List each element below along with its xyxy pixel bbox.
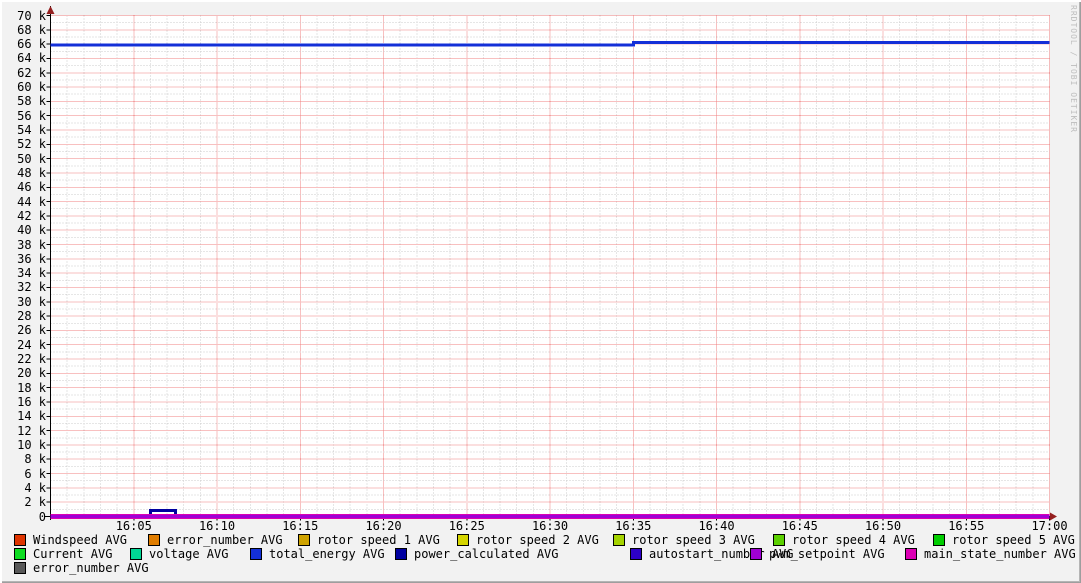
legend-swatch-icon: [773, 534, 785, 546]
x-tick-label: 17:00: [1022, 520, 1078, 533]
legend-item: rotor speed 4 AVG: [773, 533, 915, 547]
y-tick-label: 60 k: [2, 80, 46, 94]
legend-swatch-icon: [630, 548, 642, 560]
legend-item: error_number AVG: [14, 561, 149, 575]
y-tick-label: 6 k: [2, 467, 46, 481]
legend-row: Current AVG voltage AVG total_energy AVG po…: [0, 547, 1081, 561]
legend-item: power_calculated AVG: [395, 547, 559, 561]
legend-swatch-icon: [298, 534, 310, 546]
y-tick-label: 56 k: [2, 109, 46, 123]
y-tick-label: 0: [2, 510, 46, 524]
y-tick-label: 16 k: [2, 395, 46, 409]
legend-item: error_number AVG: [148, 533, 283, 547]
y-tick-label: 18 k: [2, 381, 46, 395]
legend-label: error_number AVG: [33, 561, 149, 575]
y-axis-arrow-icon: [47, 6, 55, 14]
x-tick-label: 16:15: [272, 520, 328, 533]
legend-swatch-icon: [905, 548, 917, 560]
legend-label: Current AVG: [33, 547, 112, 561]
legend-swatch-icon: [457, 534, 469, 546]
legend-label: rotor speed 3 AVG: [632, 533, 755, 547]
y-tick-label: 42 k: [2, 209, 46, 223]
y-tick-label: 68 k: [2, 23, 46, 37]
legend-swatch-icon: [750, 548, 762, 560]
legend-label: main_state_number AVG: [924, 547, 1076, 561]
y-tick-label: 66 k: [2, 37, 46, 51]
y-tick-label: 64 k: [2, 51, 46, 65]
y-tick-label: 22 k: [2, 352, 46, 366]
legend-label: rotor speed 4 AVG: [792, 533, 915, 547]
y-tick-label: 12 k: [2, 424, 46, 438]
legend-item: total_energy AVG: [250, 547, 385, 561]
chart-canvas: [0, 0, 1081, 583]
legend-row: Windspeed AVG error_number AVG rotor speed…: [0, 533, 1081, 547]
legend-item: Windspeed AVG: [14, 533, 127, 547]
legend-item: voltage AVG: [130, 547, 228, 561]
y-tick-label: 44 k: [2, 195, 46, 209]
y-tick-label: 24 k: [2, 338, 46, 352]
rrdtool-graph: 02 k4 k6 k8 k10 k12 k14 k16 k18 k20 k22 …: [0, 0, 1081, 583]
x-tick-label: 16:25: [439, 520, 495, 533]
y-tick-label: 40 k: [2, 223, 46, 237]
legend-label: total_energy AVG: [269, 547, 385, 561]
legend-swatch-icon: [148, 534, 160, 546]
legend-label: rotor speed 5 AVG: [952, 533, 1075, 547]
y-tick-label: 36 k: [2, 252, 46, 266]
x-tick-label: 16:35: [605, 520, 661, 533]
y-tick-label: 62 k: [2, 66, 46, 80]
legend-label: rotor speed 2 AVG: [476, 533, 599, 547]
legend-swatch-icon: [14, 548, 26, 560]
y-tick-label: 38 k: [2, 238, 46, 252]
y-tick-label: 4 k: [2, 481, 46, 495]
legend-swatch-icon: [250, 548, 262, 560]
y-tick-label: 50 k: [2, 152, 46, 166]
legend-swatch-icon: [395, 548, 407, 560]
x-tick-label: 16:10: [189, 520, 245, 533]
y-tick-label: 48 k: [2, 166, 46, 180]
legend-label: power_calculated AVG: [414, 547, 559, 561]
y-tick-label: 2 k: [2, 495, 46, 509]
x-tick-label: 16:45: [772, 520, 828, 533]
legend-item: rotor speed 1 AVG: [298, 533, 440, 547]
x-tick-label: 16:50: [855, 520, 911, 533]
legend-item: rotor speed 3 AVG: [613, 533, 755, 547]
legend-row: error_number AVG: [0, 561, 1081, 575]
y-tick-label: 46 k: [2, 180, 46, 194]
y-tick-label: 54 k: [2, 123, 46, 137]
legend-swatch-icon: [613, 534, 625, 546]
legend-label: voltage AVG: [149, 547, 228, 561]
x-tick-label: 16:30: [522, 520, 578, 533]
legend-label: rotor speed 1 AVG: [317, 533, 440, 547]
x-tick-label: 16:55: [938, 520, 994, 533]
rrdtool-watermark: RRDTOOL / TOBI OETIKER: [1069, 5, 1078, 133]
y-tick-label: 26 k: [2, 323, 46, 337]
legend-item: pwm_setpoint AVG: [750, 547, 885, 561]
y-tick-label: 8 k: [2, 452, 46, 466]
y-tick-label: 52 k: [2, 137, 46, 151]
legend-swatch-icon: [130, 548, 142, 560]
y-tick-label: 14 k: [2, 409, 46, 423]
legend-item: rotor speed 5 AVG: [933, 533, 1075, 547]
y-tick-label: 70 k: [2, 9, 46, 23]
x-tick-label: 16:40: [689, 520, 745, 533]
y-tick-label: 34 k: [2, 266, 46, 280]
y-tick-label: 10 k: [2, 438, 46, 452]
y-tick-label: 20 k: [2, 366, 46, 380]
legend-label: Windspeed AVG: [33, 533, 127, 547]
legend-swatch-icon: [14, 562, 26, 574]
x-tick-label: 16:05: [106, 520, 162, 533]
y-tick-label: 32 k: [2, 280, 46, 294]
legend-item: rotor speed 2 AVG: [457, 533, 599, 547]
legend-item: main_state_number AVG: [905, 547, 1076, 561]
y-tick-label: 58 k: [2, 94, 46, 108]
legend-item: Current AVG: [14, 547, 112, 561]
legend-label: pwm_setpoint AVG: [769, 547, 885, 561]
legend-swatch-icon: [933, 534, 945, 546]
legend-swatch-icon: [14, 534, 26, 546]
x-tick-label: 16:20: [356, 520, 412, 533]
y-tick-label: 28 k: [2, 309, 46, 323]
legend-label: error_number AVG: [167, 533, 283, 547]
y-tick-label: 30 k: [2, 295, 46, 309]
